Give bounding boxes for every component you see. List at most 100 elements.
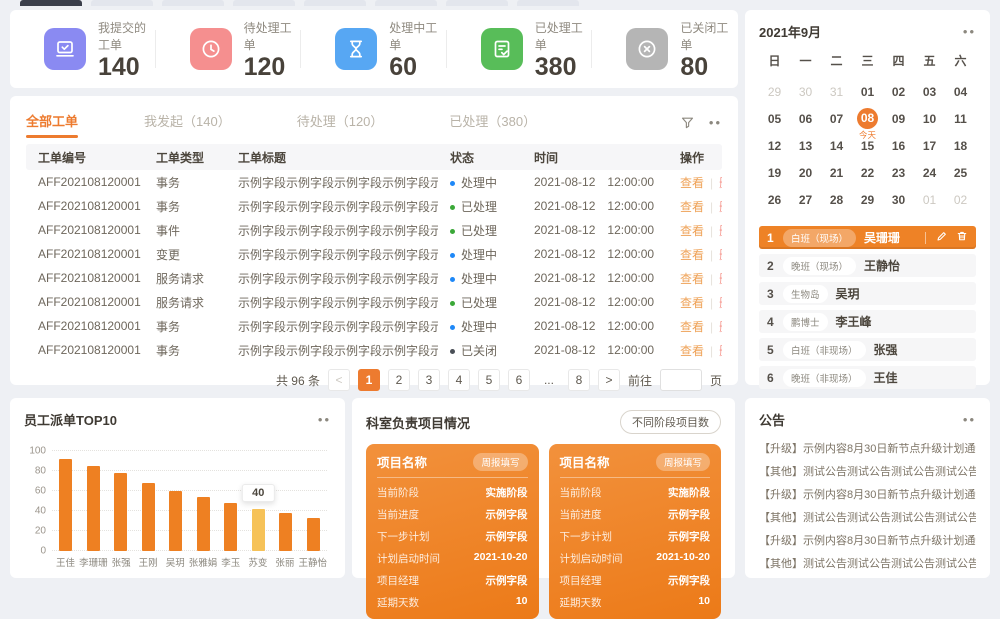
page-button-3[interactable]: 3	[418, 369, 440, 391]
tab-workorders-0[interactable]: 全部工单	[26, 107, 78, 138]
roster-item[interactable]: 3生物岛吴玥	[759, 282, 976, 305]
calendar-day[interactable]: 04	[945, 81, 976, 108]
calendar-day[interactable]: 06	[790, 108, 821, 135]
calendar-day[interactable]: 25	[945, 162, 976, 189]
view-link[interactable]: 查看	[680, 248, 704, 262]
calendar-day[interactable]: 22	[852, 162, 883, 189]
calendar-day[interactable]: 27	[790, 189, 821, 216]
view-link[interactable]: 查看	[680, 320, 704, 334]
calendar-day[interactable]: 31	[821, 81, 852, 108]
calendar-day[interactable]: 16	[883, 135, 914, 162]
delete-link[interactable]: 删除	[719, 200, 722, 214]
page-ellipsis[interactable]: ...	[538, 369, 560, 391]
prev-page-button[interactable]: <	[328, 369, 350, 391]
more-icon[interactable]: ••	[318, 413, 331, 426]
weekly-report-button[interactable]: 周报填写	[656, 453, 710, 471]
announcement-item[interactable]: 【其他】测试公告测试公告测试公告测试公告测试公告	[759, 507, 976, 530]
announcement-item[interactable]: 【其他】测试公告测试公告测试公告测试公告测试公告	[759, 461, 976, 484]
bar-苏变[interactable]	[252, 509, 265, 551]
bar-李珊珊[interactable]	[87, 466, 100, 551]
bar-张强[interactable]	[114, 473, 127, 551]
calendar-day[interactable]: 29	[759, 81, 790, 108]
calendar-day[interactable]: 13	[790, 135, 821, 162]
goto-page-input[interactable]	[660, 369, 702, 391]
window-tab[interactable]	[517, 0, 579, 6]
calendar-day[interactable]: 15	[852, 135, 883, 162]
view-link[interactable]: 查看	[680, 224, 704, 238]
view-link[interactable]: 查看	[680, 176, 704, 190]
roster-item[interactable]: 1白班（现场）吴珊珊	[759, 226, 976, 249]
roster-item[interactable]: 5白班（非现场）张强	[759, 338, 976, 361]
edit-icon[interactable]	[936, 229, 948, 247]
bar-吴玥[interactable]	[169, 491, 182, 551]
roster-item[interactable]: 4鹏博士李王峰	[759, 310, 976, 333]
delete-link[interactable]: 删除	[719, 176, 722, 190]
window-tab[interactable]	[162, 0, 224, 6]
page-button-1[interactable]: 1	[358, 369, 380, 391]
calendar-day[interactable]: 20	[790, 162, 821, 189]
page-button-8[interactable]: 8	[568, 369, 590, 391]
bar-张雅娟[interactable]	[197, 497, 210, 551]
more-icon[interactable]: ••	[963, 413, 976, 426]
view-link[interactable]: 查看	[680, 272, 704, 286]
view-link[interactable]: 查看	[680, 200, 704, 214]
calendar-day[interactable]: 09	[883, 108, 914, 135]
stage-count-button[interactable]: 不同阶段项目数	[620, 410, 721, 434]
calendar-day[interactable]: 07	[821, 108, 852, 135]
calendar-day-today[interactable]: 08今天	[852, 108, 883, 135]
calendar-day[interactable]: 21	[821, 162, 852, 189]
window-tab[interactable]	[375, 0, 437, 6]
bar-李玉[interactable]	[224, 503, 237, 551]
calendar-day[interactable]: 19	[759, 162, 790, 189]
window-tab[interactable]	[233, 0, 295, 6]
trash-icon[interactable]	[956, 229, 968, 247]
page-button-4[interactable]: 4	[448, 369, 470, 391]
calendar-day[interactable]: 30	[790, 81, 821, 108]
announcement-item[interactable]: 【升级】示例内容8月30日新节点升级计划通知	[759, 438, 976, 461]
delete-link[interactable]: 删除	[719, 320, 722, 334]
page-button-6[interactable]: 6	[508, 369, 530, 391]
calendar-day[interactable]: 01	[852, 81, 883, 108]
calendar-day[interactable]: 10	[914, 108, 945, 135]
calendar-day[interactable]: 12	[759, 135, 790, 162]
delete-link[interactable]: 删除	[719, 296, 722, 310]
calendar-day[interactable]: 01	[914, 189, 945, 216]
more-icon[interactable]: ••	[963, 25, 976, 38]
calendar-day[interactable]: 26	[759, 189, 790, 216]
bar-张丽[interactable]	[279, 513, 292, 551]
page-button-2[interactable]: 2	[388, 369, 410, 391]
calendar-day[interactable]: 02	[883, 81, 914, 108]
roster-item[interactable]: 2晚班（现场）王静怡	[759, 254, 976, 277]
window-tab[interactable]	[20, 0, 82, 6]
bar-王刚[interactable]	[142, 483, 155, 551]
calendar-day[interactable]: 14	[821, 135, 852, 162]
delete-link[interactable]: 删除	[719, 344, 722, 358]
window-tab[interactable]	[446, 0, 508, 6]
window-tab[interactable]	[304, 0, 366, 6]
weekly-report-button[interactable]: 周报填写	[473, 453, 527, 471]
calendar-day[interactable]: 24	[914, 162, 945, 189]
tab-workorders-2[interactable]: 待处理（120）	[297, 107, 384, 138]
calendar-day[interactable]: 29	[852, 189, 883, 216]
calendar-day[interactable]: 30	[883, 189, 914, 216]
bar-王佳[interactable]	[59, 459, 72, 551]
calendar-day[interactable]: 23	[883, 162, 914, 189]
calendar-day[interactable]: 03	[914, 81, 945, 108]
calendar-day[interactable]: 28	[821, 189, 852, 216]
more-icon[interactable]: ••	[709, 116, 722, 129]
calendar-day[interactable]: 05	[759, 108, 790, 135]
tab-workorders-3[interactable]: 已处理（380）	[449, 107, 536, 138]
delete-link[interactable]: 删除	[719, 272, 722, 286]
roster-item[interactable]: 6晚班（非现场）王佳	[759, 366, 976, 389]
calendar-day[interactable]: 18	[945, 135, 976, 162]
page-button-5[interactable]: 5	[478, 369, 500, 391]
calendar-day[interactable]: 02	[945, 189, 976, 216]
view-link[interactable]: 查看	[680, 296, 704, 310]
bar-王静怡[interactable]	[307, 518, 320, 551]
window-tab[interactable]	[91, 0, 153, 6]
announcement-item[interactable]: 【升级】示例内容8月30日新节点升级计划通知	[759, 484, 976, 507]
delete-link[interactable]: 删除	[719, 248, 722, 262]
announcement-item[interactable]: 【升级】示例内容8月30日新节点升级计划通知	[759, 530, 976, 553]
announcement-item[interactable]: 【其他】测试公告测试公告测试公告测试公告测试公告	[759, 553, 976, 576]
tab-workorders-1[interactable]: 我发起（140）	[144, 107, 231, 138]
